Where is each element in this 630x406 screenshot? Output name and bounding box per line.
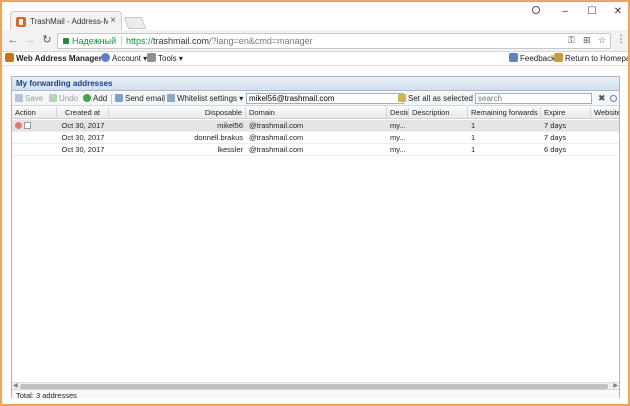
cell-remaining-forwards[interactable]: 1 xyxy=(468,144,541,156)
save-button[interactable]: Save xyxy=(15,94,43,104)
maximize-button[interactable]: ☐ xyxy=(582,5,602,19)
cell-description[interactable] xyxy=(409,132,468,144)
cell-remaining-forwards[interactable]: 1 xyxy=(468,120,541,132)
cell-domain[interactable]: @trashmail.com xyxy=(246,132,387,144)
delete-action-icon[interactable] xyxy=(15,122,22,129)
list-icon xyxy=(167,94,175,102)
table-row[interactable]: Oct 30, 2017 mikel56 @trashmail.com my..… xyxy=(12,120,619,132)
browser-window: TrashMail - Address-Ma × – ☐ ✕ ← → ↻ Над… xyxy=(1,1,629,405)
lock-icon[interactable] xyxy=(63,38,69,44)
column-destination[interactable]: Destina xyxy=(387,107,409,119)
column-remaining-forwards[interactable]: Remaining forwards xyxy=(468,107,541,119)
new-tab-button[interactable] xyxy=(123,17,147,29)
cell-created-at: Oct 30, 2017 xyxy=(61,145,105,154)
column-created-at[interactable]: Created at xyxy=(57,107,109,119)
send-email-button[interactable]: Send email xyxy=(115,94,165,104)
browser-toolbar: ← → ↻ Надежный https://trashmail.com/?la… xyxy=(2,30,628,52)
table-row[interactable]: Oct 30, 2017 lkessler @trashmail.com my.… xyxy=(12,144,619,156)
cell-disposable[interactable]: mikel56 xyxy=(109,120,246,132)
column-disposable[interactable]: Disposable xyxy=(109,107,246,119)
column-domain[interactable]: Domain xyxy=(246,107,387,119)
feedback-link[interactable]: Feedback xyxy=(509,53,555,65)
app-menu-bar: Web Address Manager ▾ Account ▾ Tools ▾ … xyxy=(2,52,628,66)
envelope-icon xyxy=(115,94,123,102)
cell-created-at: Oct 30, 2017 xyxy=(61,133,105,142)
grid-toolbar: Save Undo Add Send email Whitelist setti… xyxy=(12,92,619,106)
set-all-selected-button[interactable]: Set all as selected xyxy=(398,94,473,104)
cell-disposable[interactable]: donnell.brakus xyxy=(109,132,246,144)
whitelist-settings-button[interactable]: Whitelist settings ▾ xyxy=(167,94,243,104)
cell-description[interactable] xyxy=(409,120,468,132)
page-content: My forwarding addresses Save Undo Add Se… xyxy=(2,66,628,404)
home-icon xyxy=(554,53,563,62)
trashmail-favicon-icon xyxy=(16,17,26,27)
undo-icon xyxy=(49,94,57,102)
toolbar-separator xyxy=(111,94,112,104)
cell-created-at: Oct 30, 2017 xyxy=(61,121,105,130)
row-checkbox[interactable] xyxy=(24,122,31,129)
web-address-manager-menu[interactable]: Web Address Manager ▾ xyxy=(5,53,108,65)
cell-expire[interactable]: 7 days xyxy=(541,120,591,132)
cell-disposable[interactable]: lkessler xyxy=(109,144,246,156)
clear-search-icon[interactable]: ✖ xyxy=(598,93,606,104)
email-field[interactable] xyxy=(246,93,404,104)
column-action[interactable]: Action xyxy=(12,107,57,119)
cell-website[interactable] xyxy=(591,120,619,132)
browser-tab[interactable]: TrashMail - Address-Ma × xyxy=(10,11,122,31)
translate-icon[interactable]: ⊞ xyxy=(583,35,591,46)
cell-destination[interactable]: my... xyxy=(387,132,409,144)
cell-expire[interactable]: 7 days xyxy=(541,132,591,144)
toolbar-separator xyxy=(163,94,164,104)
user-icon xyxy=(101,53,110,62)
secure-label[interactable]: Надежный xyxy=(72,36,116,46)
grid-header: Action Created at Disposable Domain Dest… xyxy=(12,107,619,119)
save-icon xyxy=(15,94,23,102)
key-icon[interactable]: ⚿ xyxy=(568,35,575,46)
tools-menu[interactable]: Tools ▾ xyxy=(147,53,183,65)
grid-body: Oct 30, 2017 mikel56 @trashmail.com my..… xyxy=(12,120,619,382)
address-bar[interactable]: Надежный https://trashmail.com/?lang=en&… xyxy=(57,33,611,49)
panel-title: My forwarding addresses xyxy=(12,77,619,91)
title-bar: TrashMail - Address-Ma × – ☐ ✕ xyxy=(2,2,628,31)
profile-icon[interactable] xyxy=(526,5,546,19)
forwarding-addresses-panel: My forwarding addresses Save Undo Add Se… xyxy=(11,76,620,400)
cell-website[interactable] xyxy=(591,144,619,156)
forward-arrow-icon[interactable]: → xyxy=(23,33,37,47)
reload-icon[interactable]: ↻ xyxy=(40,33,54,47)
column-website[interactable]: Website xyxy=(591,107,619,119)
horizontal-scrollbar[interactable]: ◀ ▶ xyxy=(12,382,619,389)
cell-destination[interactable]: my... xyxy=(387,144,409,156)
cell-expire[interactable]: 6 days xyxy=(541,144,591,156)
return-home-link[interactable]: Return to Homepage xyxy=(554,53,628,65)
wrench-icon xyxy=(147,53,156,62)
tab-title: TrashMail - Address-Ma xyxy=(30,17,108,26)
add-button[interactable]: Add xyxy=(83,94,107,104)
table-row[interactable]: Oct 30, 2017 donnell.brakus @trashmail.c… xyxy=(12,132,619,144)
cell-destination[interactable]: my... xyxy=(387,120,409,132)
minimize-button[interactable]: – xyxy=(555,5,575,19)
feedback-icon xyxy=(509,53,518,62)
search-icon[interactable] xyxy=(610,95,617,102)
trashmail-logo-icon xyxy=(5,53,14,62)
cell-domain[interactable]: @trashmail.com xyxy=(246,144,387,156)
cell-website[interactable] xyxy=(591,132,619,144)
cell-domain[interactable]: @trashmail.com xyxy=(246,120,387,132)
tab-close-icon[interactable]: × xyxy=(110,15,116,27)
cell-remaining-forwards[interactable]: 1 xyxy=(468,132,541,144)
url-separator xyxy=(121,36,122,46)
add-icon xyxy=(83,94,91,102)
undo-button[interactable]: Undo xyxy=(49,94,78,104)
search-input[interactable] xyxy=(475,93,592,104)
menu-icon[interactable]: ⋮ xyxy=(616,35,626,45)
close-window-button[interactable]: ✕ xyxy=(608,5,628,19)
account-menu[interactable]: Account ▾ xyxy=(101,53,147,65)
status-total: Total: 3 addresses xyxy=(12,389,619,400)
star-icon[interactable]: ☆ xyxy=(598,35,606,46)
back-arrow-icon[interactable]: ← xyxy=(6,33,20,47)
column-description[interactable]: Description xyxy=(409,107,468,119)
url-text[interactable]: https://trashmail.com/?lang=en&cmd=manag… xyxy=(126,36,313,46)
set-all-icon xyxy=(398,94,406,102)
column-expire[interactable]: Expire xyxy=(541,107,591,119)
cell-description[interactable] xyxy=(409,144,468,156)
